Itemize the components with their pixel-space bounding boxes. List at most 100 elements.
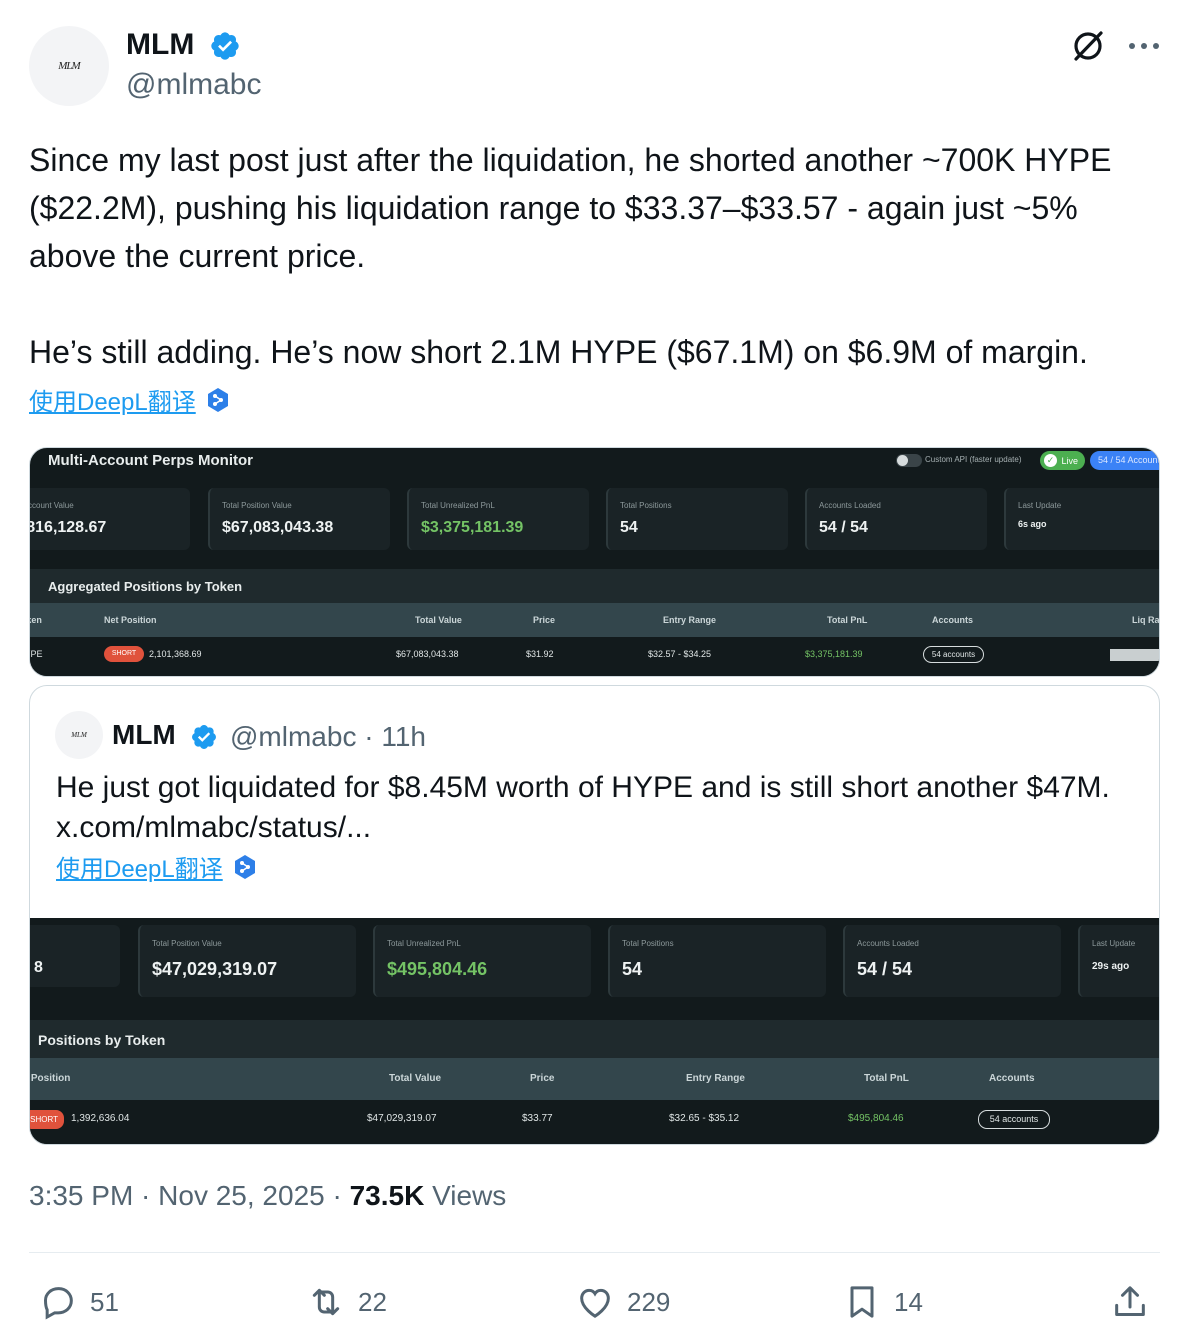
column-header: Accounts — [932, 615, 974, 625]
accounts-pill[interactable]: 54 accounts — [978, 1110, 1050, 1129]
quote-avatar[interactable]: MLM — [55, 711, 103, 759]
cell-entry-range: $32.57 - $34.25 — [648, 649, 712, 659]
column-header: Net Position — [30, 1073, 71, 1084]
quote-author-name[interactable]: MLM — [112, 719, 218, 751]
verified-badge-icon — [210, 32, 239, 60]
stat-label: Total Positions — [620, 501, 672, 510]
translate-link[interactable]: 使用DeepL翻译 — [29, 382, 232, 417]
column-header: Entry Range — [663, 615, 717, 625]
stat-card-total-positions: Total Positions 54 — [606, 488, 788, 550]
stat-value: 6s ago — [1018, 519, 1047, 529]
like-button[interactable]: 229 — [575, 1280, 670, 1324]
stat-value: 54 / 54 — [857, 959, 913, 979]
stat-label: Total Positions — [622, 939, 674, 948]
cell-entry-range: $32.65 - $35.12 — [669, 1113, 740, 1124]
cell-total-pnl: $495,804.46 — [848, 1113, 904, 1124]
divider — [29, 1252, 1160, 1253]
live-label: Live — [1061, 455, 1078, 466]
stat-label: Last Update — [1092, 939, 1136, 948]
column-header: Price — [530, 1073, 555, 1084]
translate-label: 使用DeepL翻译 — [56, 856, 223, 883]
stat-row: Total Account Value $6,816,128.67 Total … — [30, 488, 1159, 550]
repost-button[interactable]: 22 — [306, 1280, 387, 1324]
stat-label: Total Unrealized PnL — [421, 501, 495, 510]
stat-card-account-value: Total Account Value $6,816,128.67 — [30, 488, 190, 550]
repost-icon — [312, 1288, 340, 1316]
column-header: Net Position — [104, 615, 157, 625]
cell-total-value: $67,083,043.38 — [396, 649, 459, 659]
short-badge: SHORT — [30, 1110, 64, 1129]
author-name-text: MLM — [126, 28, 195, 61]
heart-icon — [580, 1288, 610, 1318]
reply-icon — [43, 1287, 73, 1320]
stat-label: Last Update — [1018, 501, 1062, 510]
translate-label: 使用DeepL翻译 — [29, 389, 196, 416]
stat-value: 29s ago — [1092, 961, 1130, 972]
more-icon[interactable] — [1124, 30, 1164, 64]
column-header: Total Value — [415, 615, 462, 625]
share-button[interactable] — [1110, 1280, 1150, 1324]
stat-card-account-value: 8 — [30, 925, 120, 987]
table-row[interactable]: SHORT 1,392,636.04 $47,029,319.07 $33.77… — [30, 1100, 1159, 1144]
liq-range-redacted — [1110, 649, 1159, 661]
stat-card-unrealized-pnl: Total Unrealized PnL $495,804.46 — [373, 925, 591, 997]
section-bar: Positions by Token — [30, 1020, 1159, 1058]
quoted-tweet[interactable]: MLM MLM @mlmabc · 11h He just got liquid… — [29, 685, 1160, 1145]
tweet-timestamp[interactable]: 3:35 PM · Nov 25, 2025 · — [29, 1180, 350, 1211]
stat-value: 54 — [622, 959, 643, 979]
verified-badge-icon — [191, 724, 216, 749]
bookmark-icon — [850, 1286, 874, 1318]
cell-total-value: $47,029,319.07 — [367, 1113, 437, 1124]
stat-label: Total Account Value — [30, 501, 74, 510]
stat-card-position-value: Total Position Value $47,029,319.07 — [138, 925, 356, 997]
stat-card-unrealized-pnl: Total Unrealized PnL $3,375,181.39 — [407, 488, 589, 550]
quote-media-dashboard[interactable]: 8 Total Position Value $47,029,319.07 To… — [30, 918, 1159, 1144]
author-name[interactable]: MLM — [126, 28, 241, 62]
cell-total-pnl: $3,375,181.39 — [805, 649, 863, 659]
author-avatar[interactable]: MLM — [29, 26, 109, 106]
views-label: Views — [424, 1180, 507, 1211]
media-image-dashboard[interactable]: Multi-Account Perps Monitor Custom API (… — [29, 447, 1160, 677]
cell-price: $31.92 — [526, 649, 554, 659]
column-header: Accounts — [989, 1073, 1035, 1084]
repost-count: 22 — [358, 1286, 387, 1317]
live-badge: Live — [1040, 451, 1085, 470]
quote-translate-link[interactable]: 使用DeepL翻译 — [56, 849, 259, 884]
share-icon — [1115, 1286, 1145, 1316]
stat-value: $47,029,319.07 — [152, 959, 278, 979]
reply-button[interactable]: 51 — [38, 1280, 119, 1324]
section-title: Aggregated Positions by Token — [48, 579, 243, 594]
stat-label: Total Position Value — [222, 501, 292, 510]
views-count: 73.5K — [349, 1180, 425, 1211]
stat-label: Accounts Loaded — [819, 501, 881, 510]
quote-handle-time[interactable]: @mlmabc · 11h — [230, 721, 426, 753]
stat-card-last-update: Last Update 29s ago — [1078, 925, 1159, 997]
stat-row: 8 Total Position Value $47,029,319.07 To… — [30, 925, 1159, 997]
stat-card-position-value: Total Position Value $67,083,043.38 — [208, 488, 390, 550]
bookmark-count: 14 — [894, 1286, 923, 1317]
accounts-pill[interactable]: 54 accounts — [923, 646, 984, 663]
column-header: Token — [30, 615, 42, 625]
column-header: Liq Range — [1132, 615, 1160, 625]
stat-card-last-update: Last Update 6s ago — [1004, 488, 1159, 550]
stat-value: 8 — [34, 959, 43, 976]
custom-api-toggle[interactable] — [896, 454, 922, 467]
stat-card-total-positions: Total Positions 54 — [608, 925, 826, 997]
short-badge: SHORT — [104, 646, 144, 662]
stat-card-accounts-loaded: Accounts Loaded 54 / 54 — [805, 488, 987, 550]
dashboard-title: Multi-Account Perps Monitor — [48, 452, 253, 469]
stat-value: $3,375,181.39 — [421, 519, 524, 536]
grok-icon[interactable] — [1068, 26, 1108, 66]
table-row[interactable]: HYPE SHORT 2,101,368.69 $67,083,043.38 $… — [30, 637, 1159, 676]
deepl-icon — [207, 387, 228, 412]
table-header: Net Position Total Value Price Entry Ran… — [30, 1058, 1159, 1100]
stat-label: Total Position Value — [152, 939, 222, 948]
author-handle[interactable]: @mlmabc — [126, 68, 261, 102]
deepl-icon — [234, 854, 255, 879]
bookmark-button[interactable]: 14 — [842, 1280, 923, 1324]
column-header: Price — [533, 615, 556, 625]
cell-token: HYPE — [30, 649, 43, 659]
quote-avatar-logo: MLM — [71, 731, 87, 739]
cell-net-position: 1,392,636.04 — [71, 1113, 130, 1124]
column-header: Total Value — [389, 1073, 442, 1084]
